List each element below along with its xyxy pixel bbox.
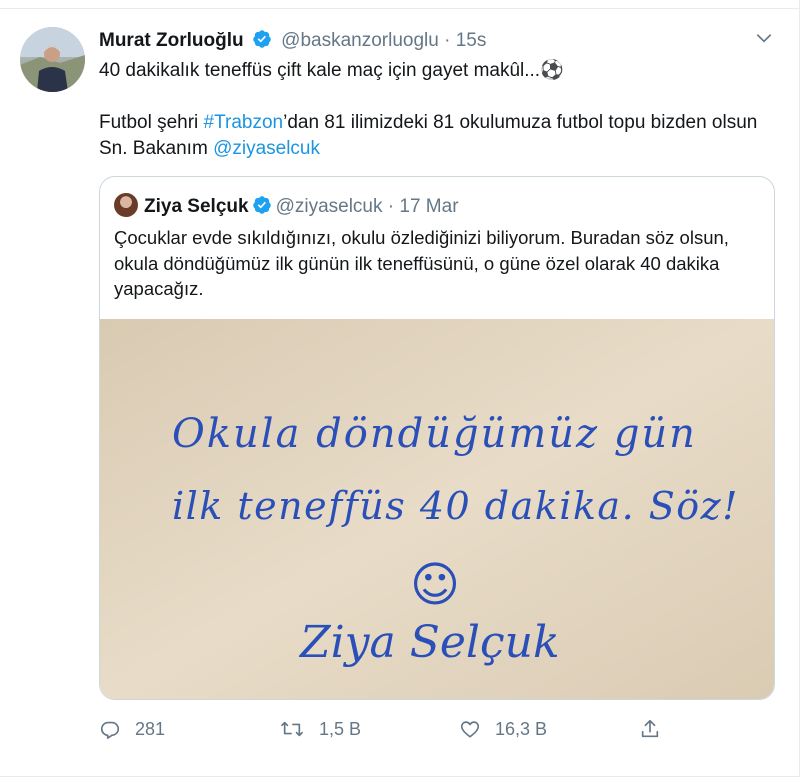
verified-badge-icon [252, 29, 272, 55]
quoted-image[interactable]: Okula döndüğümüz gün ilk teneffüs 40 dak… [100, 319, 774, 699]
tweet-actions: 281 1,5 B 16,3 B [99, 718, 699, 748]
separator-dot: · [387, 196, 395, 217]
hashtag-link[interactable]: #Trabzon [204, 112, 284, 133]
author-handle[interactable]: @baskanzorluoglu [281, 30, 439, 51]
retweet-count: 1,5 B [319, 718, 362, 739]
quoted-tweet-text: Çocuklar evde sıkıldığınızı, okulu özled… [114, 227, 729, 299]
share-icon [641, 719, 659, 738]
quoted-author-name: Ziya Selçuk [144, 196, 249, 217]
retweet-button[interactable]: 1,5 B [279, 718, 361, 740]
like-icon [460, 721, 480, 738]
tweet-line-1: 40 dakikalık teneffüs çift kale maç için… [99, 60, 564, 81]
quoted-tweet[interactable]: Ziya Selçuk @ziyaselcuk · 17 Mar Çocuklar… [99, 176, 775, 700]
tweet-text: 40 dakikalık teneffüs çift kale maç için… [99, 58, 769, 162]
reply-icon [100, 721, 120, 739]
author-name[interactable]: Murat Zorluoğlu [99, 30, 244, 51]
like-button[interactable]: 16,3 B [459, 718, 547, 740]
tweet-time[interactable]: 15s [456, 30, 487, 51]
text-segment: Futbol şehri [99, 112, 204, 133]
quoted-author-handle: @ziyaselcuk [275, 196, 383, 217]
avatar-image [20, 27, 85, 92]
share-button[interactable] [639, 718, 675, 740]
like-count: 16,3 B [495, 718, 548, 739]
tweet-line-2: Futbol şehri #Trabzon’dan 81 ilimizdeki … [99, 110, 769, 162]
handwritten-note-image: Okula döndüğümüz gün ilk teneffüs 40 dak… [100, 319, 774, 699]
separator-dot: · [444, 30, 451, 51]
verified-badge-icon [252, 195, 272, 221]
avatar[interactable] [20, 27, 85, 92]
quoted-avatar [114, 193, 138, 217]
quoted-date: 17 Mar [399, 196, 459, 217]
quoted-tweet-header: Ziya Selçuk @ziyaselcuk · 17 Mar [114, 193, 459, 221]
retweet-icon [281, 721, 303, 737]
handwriting-line-1: Okula döndüğümüz gün [172, 411, 697, 457]
mention-link[interactable]: @ziyaselcuk [213, 138, 320, 159]
smiley-drawing: ☺ [410, 557, 460, 613]
reply-button[interactable]: 281 [99, 718, 165, 740]
reply-count: 281 [135, 718, 166, 739]
handwriting-line-2: ilk teneffüs 40 dakika. Söz! [172, 484, 739, 528]
tweet-header: Murat Zorluoğlu @baskanzorluoglu · 15s [99, 29, 486, 55]
divider [0, 8, 800, 9]
chevron-down-icon[interactable] [754, 28, 774, 53]
signature-drawing: Ziya Selçuk [298, 617, 560, 668]
